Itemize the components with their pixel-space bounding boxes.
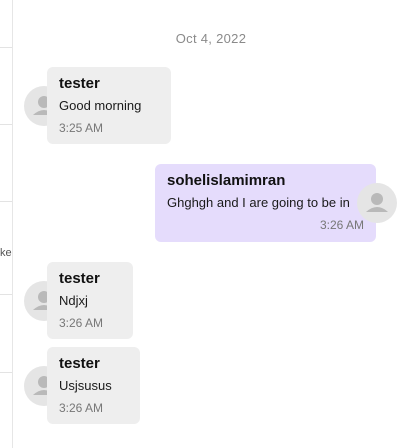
sidebar-edge bbox=[0, 0, 13, 448]
message-bubble[interactable]: tester Ndjxj 3:26 AM bbox=[47, 262, 133, 339]
message-bubble[interactable]: sohelislamimran Ghghgh and I are going t… bbox=[155, 164, 376, 242]
message-time: 3:26 AM bbox=[319, 218, 364, 232]
message-text: Usjsusus bbox=[59, 378, 112, 393]
sidebar-truncated-label[interactable]: ke bbox=[0, 247, 12, 259]
sidebar-divider bbox=[0, 201, 12, 202]
message-sender: tester bbox=[59, 270, 100, 287]
message-time: 3:26 AM bbox=[59, 316, 104, 330]
message-bubble[interactable]: tester Usjsusus 3:26 AM bbox=[47, 347, 140, 424]
date-separator: Oct 4, 2022 bbox=[175, 31, 247, 46]
user-avatar-icon[interactable] bbox=[357, 183, 397, 223]
message-sender: tester bbox=[59, 75, 100, 92]
sidebar-divider bbox=[0, 294, 12, 295]
sidebar-divider bbox=[0, 47, 12, 48]
message-sender: sohelislamimran bbox=[167, 172, 286, 189]
message-bubble[interactable]: tester Good morning 3:25 AM bbox=[47, 67, 171, 144]
message-text: Ndjxj bbox=[59, 293, 88, 308]
sidebar-divider bbox=[0, 124, 12, 125]
message-time: 3:25 AM bbox=[59, 121, 104, 135]
sidebar-divider bbox=[0, 372, 12, 373]
message-sender: tester bbox=[59, 355, 100, 372]
message-text: Good morning bbox=[59, 98, 142, 113]
message-time: 3:26 AM bbox=[59, 401, 104, 415]
message-text: Ghghgh and I are going to be in bbox=[167, 195, 350, 210]
